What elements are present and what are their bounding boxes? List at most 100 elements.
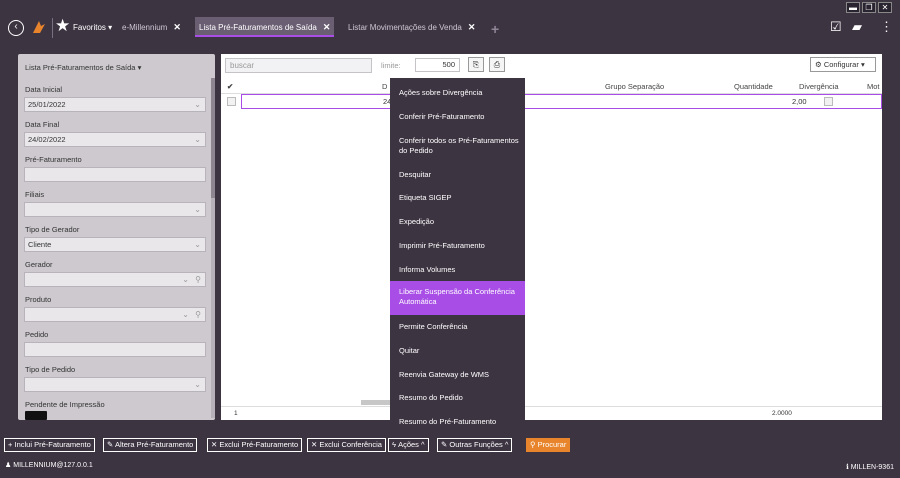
close-window-button[interactable]: ✕	[878, 2, 892, 13]
chevron-down-icon[interactable]: ⌄	[194, 98, 201, 111]
column-d[interactable]: D	[382, 82, 387, 91]
tab-label: e-Millennium	[122, 23, 168, 32]
produto-field[interactable]: ⌄ ⚲	[24, 307, 206, 322]
maximize-button[interactable]: ❐	[862, 2, 876, 13]
menu-item-conferir-todos[interactable]: Conferir todos os Pré-Faturamentos do Pe…	[390, 136, 525, 156]
status-build-text: MILLEN-9361	[850, 464, 894, 471]
pre-faturamento-field[interactable]	[24, 167, 206, 182]
menu-item-resumo-pedido[interactable]: Resumo do Pedido	[390, 393, 525, 403]
export-icon[interactable]: ⎘	[468, 57, 484, 72]
configurar-button[interactable]: ⚙ Configurar ▾	[810, 57, 876, 72]
pedido-label: Pedido	[25, 330, 49, 339]
menu-item-quitar[interactable]: Quitar	[390, 346, 525, 356]
scrollbar-thumb[interactable]	[211, 78, 215, 198]
clipboard-check-icon[interactable]: ☑	[830, 19, 842, 35]
info-icon: ℹ	[846, 464, 849, 471]
menu-item-expedicao[interactable]: Expedição	[390, 217, 525, 227]
gerador-field[interactable]: ⌄ ⚲	[24, 272, 206, 287]
exclui-conferencia-button[interactable]: ✕ Exclui Conferência	[307, 438, 386, 452]
plus-icon: +	[8, 440, 13, 449]
filter-panel: Lista Pré-Faturamentos de Saída ▾ Data I…	[18, 54, 215, 420]
favorites-label: Favoritos	[73, 23, 106, 32]
chevron-down-icon[interactable]: ⌄	[194, 133, 201, 146]
favorites-star-icon[interactable]: ★	[55, 16, 70, 36]
search-icon[interactable]: ⚲	[195, 273, 201, 286]
menu-item-resumo-pre-faturamento[interactable]: Resumo do Pré-Faturamento	[390, 417, 525, 427]
limite-input[interactable]: 500	[415, 58, 460, 72]
add-tab-icon[interactable]: +	[491, 21, 499, 37]
tipo-pedido-select[interactable]: ⌄	[24, 377, 206, 392]
menu-item-permite-conferencia[interactable]: Permite Conferência	[390, 322, 525, 332]
minimize-button[interactable]: ▬	[846, 2, 860, 13]
search-icon[interactable]: ⚲	[195, 308, 201, 321]
tab-e-millennium[interactable]: e-Millennium ✕	[118, 17, 185, 37]
menu-item-acoes-divergencia[interactable]: Ações sobre Divergência	[390, 88, 525, 98]
filter-panel-title[interactable]: Lista Pré-Faturamentos de Saída ▾	[25, 63, 141, 72]
close-icon[interactable]: ✕	[323, 22, 331, 32]
menu-item-etiqueta-sigep[interactable]: Etiqueta SIGEP	[390, 193, 525, 203]
data-inicial-value: 25/01/2022	[28, 100, 66, 109]
row-checkbox[interactable]	[227, 97, 236, 106]
divergencia-checkbox[interactable]	[824, 97, 833, 106]
footer-count: 1	[234, 410, 238, 417]
chevron-down-icon[interactable]: ⌄	[194, 378, 201, 391]
status-user: ♟ MILLENNIUM@127.0.0.1	[5, 461, 93, 469]
column-divergencia[interactable]: Divergência	[799, 82, 839, 91]
menu-item-reenvia-gateway[interactable]: Reenvia Gateway de WMS	[390, 370, 525, 380]
search-input[interactable]: buscar	[225, 58, 372, 73]
title-bar: ▬ ❐ ✕ ‹ ★ Favoritos ▾ e-Millennium ✕ List…	[0, 0, 900, 40]
procurar-button[interactable]: ⚲ Procurar	[526, 438, 571, 452]
tipo-gerador-label: Tipo de Gerador	[25, 225, 80, 234]
column-grupo-separacao[interactable]: Grupo Separação	[605, 82, 664, 91]
back-icon[interactable]: ‹	[8, 20, 24, 36]
column-mot[interactable]: Mot	[867, 82, 880, 91]
tipo-pedido-label: Tipo de Pedido	[25, 365, 76, 374]
filiais-select[interactable]: ⌄	[24, 202, 206, 217]
outras-funcoes-button[interactable]: ✎ Outras Funções ^	[437, 438, 513, 452]
chevron-down-icon[interactable]: ⌄	[182, 273, 189, 286]
configurar-label: Configurar	[823, 60, 859, 69]
menu-item-informa-volumes[interactable]: Informa Volumes	[390, 265, 525, 275]
tab-listar-movimentacoes[interactable]: Listar Movimentações de Venda ✕	[344, 17, 479, 37]
chevron-down-icon[interactable]: ⌄	[194, 203, 201, 216]
data-inicial-label: Data Inicial	[25, 85, 63, 94]
column-quantidade[interactable]: Quantidade	[734, 82, 773, 91]
exclui-conferencia-label: Exclui Conferência	[319, 440, 382, 449]
tipo-gerador-select[interactable]: Cliente ⌄	[24, 237, 206, 252]
acoes-button[interactable]: ϟ Ações ^	[388, 438, 429, 452]
table-row[interactable]: 24 2,00	[241, 94, 882, 109]
altera-button[interactable]: ✎ Altera Pré-Faturamento	[103, 438, 198, 452]
pedido-field[interactable]	[24, 342, 206, 357]
chevron-down-icon[interactable]: ⌄	[194, 238, 201, 251]
data-final-label: Data Final	[25, 120, 60, 129]
menu-item-desquitar[interactable]: Desquitar	[390, 170, 525, 180]
chat-icon[interactable]: ▰	[852, 19, 862, 35]
grid-panel: buscar limite: 500 ⎘ ⎙ ⚙ Configurar ▾ ✔ …	[221, 54, 882, 420]
inclui-label: Inclui Pré-Faturamento	[14, 440, 91, 449]
inclui-button[interactable]: + Inclui Pré-Faturamento	[4, 438, 95, 452]
cell-quantidade: 2,00	[792, 97, 807, 106]
close-icon: ✕	[311, 440, 318, 449]
pendente-toggle[interactable]	[25, 411, 47, 420]
acoes-label: Ações	[398, 440, 419, 449]
data-inicial-field[interactable]: 25/01/2022 ⌄	[24, 97, 206, 112]
menu-item-conferir[interactable]: Conferir Pré-Faturamento	[390, 112, 525, 122]
gerador-label: Gerador	[25, 260, 53, 269]
acoes-menu: Ações sobre Divergência Conferir Pré-Fat…	[390, 78, 525, 434]
chevron-down-icon[interactable]: ⌄	[182, 308, 189, 321]
more-vertical-icon[interactable]: ⋮	[880, 19, 893, 35]
close-icon[interactable]: ✕	[468, 22, 476, 32]
menu-item-imprimir[interactable]: Imprimir Pré-Faturamento	[390, 241, 525, 251]
limite-label: limite:	[381, 61, 401, 70]
tab-label: Listar Movimentações de Venda	[348, 23, 462, 32]
edit-icon: ✎	[441, 440, 448, 449]
select-all-checkmark-icon[interactable]: ✔	[227, 82, 233, 91]
favorites-menu[interactable]: Favoritos ▾	[73, 23, 112, 32]
menu-item-liberar-suspensao[interactable]: Liberar Suspensão da Conferência Automát…	[390, 281, 525, 315]
tab-lista-pre-faturamentos[interactable]: Lista Pré-Faturamentos de Saída ✕	[195, 17, 335, 37]
print-icon[interactable]: ⎙	[489, 57, 505, 72]
close-icon[interactable]: ✕	[173, 22, 181, 32]
exclui-button[interactable]: ✕ Exclui Pré-Faturamento	[207, 438, 303, 452]
filter-title-text: Lista Pré-Faturamentos de Saída	[25, 63, 136, 72]
data-final-field[interactable]: 24/02/2022 ⌄	[24, 132, 206, 147]
